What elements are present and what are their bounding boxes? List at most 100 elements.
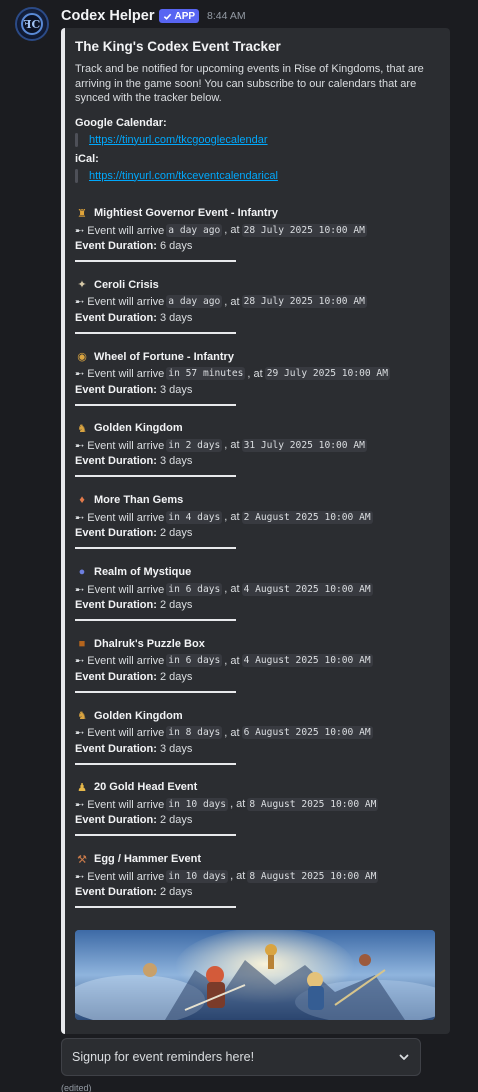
event-arrival-row: ➸ Event will arrive a day ago, at 28 July … [75, 295, 440, 309]
duration-value: 2 days [159, 599, 193, 611]
ceroli-icon: ✦ [77, 279, 87, 292]
hammer-icon: ⚒ [77, 853, 87, 866]
duration-value: 3 days [159, 311, 193, 324]
event-entry: ♜ Mightiest Governor Event - Infantry ➸ Ev… [75, 206, 440, 262]
event-separator [75, 690, 236, 693]
relative-time[interactable]: in 4 days [166, 510, 223, 524]
event-reminder-select[interactable]: Signup for event reminders here! [61, 1038, 421, 1076]
arrival-separator: , at [224, 726, 240, 739]
event-date[interactable]: 31 July 2025 10:00 AM [241, 438, 367, 452]
event-title-row: ⚒ Egg / Hammer Event [75, 852, 440, 866]
duration-label: Event Duration: [75, 383, 157, 396]
event-entry: ● Realm of Mystique ➸ Event will arrive in … [75, 565, 440, 621]
event-date[interactable]: 6 August 2025 10:00 AM [241, 726, 373, 740]
event-title: Dhalruk's Puzzle Box [94, 637, 205, 650]
arrival-separator: , at [224, 583, 240, 595]
google-calendar-quote: https://tinyurl.com/tkcgooglecalendar [75, 132, 440, 147]
event-date[interactable]: 2 August 2025 10:00 AM [241, 510, 373, 524]
duration-label: Event Duration: [75, 670, 157, 683]
arrival-separator: , at [230, 870, 246, 883]
arrival-prefix: ➸ Event will arrive [75, 870, 165, 883]
event-separator [75, 260, 236, 262]
event-arrival-row: ➸ Event will arrive a day ago, at 28 July … [75, 223, 440, 237]
event-arrival-row: ➸ Event will arrive in 2 days, at 31 July … [75, 438, 440, 452]
event-duration-row: Event Duration: 2 days [75, 599, 440, 611]
event-arrival-row: ➸ Event will arrive in 6 days, at 4 August… [75, 582, 440, 596]
relative-time[interactable]: a day ago [166, 223, 223, 237]
event-separator [75, 762, 236, 765]
arrival-prefix: ➸ Event will arrive [75, 224, 165, 237]
event-title-row: ◉ Wheel of Fortune - Infantry [75, 350, 440, 364]
event-duration-row: Event Duration: 2 days [75, 527, 440, 539]
duration-value: 2 days [159, 814, 193, 827]
event-banner-image[interactable] [75, 930, 435, 1020]
event-separator [75, 547, 236, 550]
relative-time[interactable]: in 10 days [166, 797, 229, 811]
relative-time[interactable]: in 8 days [166, 726, 223, 740]
event-arrival-row: ➸ Event will arrive in 6 days, at 4 August… [75, 654, 440, 668]
select-placeholder: Signup for event reminders here! [72, 1050, 255, 1064]
duration-label: Event Duration: [75, 527, 157, 540]
relative-time[interactable]: in 6 days [166, 582, 223, 596]
event-title-row: ♞ Golden Kingdom [75, 421, 440, 435]
mystique-icon: ● [78, 566, 86, 578]
embed-title: The King's Codex Event Tracker [75, 39, 281, 54]
event-separator [75, 403, 236, 406]
event-date[interactable]: 28 July 2025 10:00 AM [241, 223, 367, 237]
message-timestamp[interactable]: 8:44 AM [207, 10, 246, 22]
event-title: Mightiest Governor Event - Infantry [94, 207, 278, 219]
event-duration-row: Event Duration: 3 days [75, 743, 440, 755]
arrival-prefix: ➸ Event will arrive [75, 296, 165, 309]
event-separator [75, 906, 236, 909]
duration-label: Event Duration: [75, 886, 157, 899]
ical-quote: https://tinyurl.com/tkceventcalendarical [75, 168, 440, 183]
relative-time[interactable]: in 57 minutes [166, 367, 246, 381]
arrival-prefix: ➸ Event will arrive [75, 368, 165, 381]
event-arrival-row: ➸ Event will arrive in 10 days, at 8 Augus… [75, 869, 440, 883]
event-arrival-row: ➸ Event will arrive in 4 days, at 2 August… [75, 510, 440, 524]
relative-time[interactable]: in 6 days [166, 654, 223, 668]
codex-logo-icon: ꟻC [21, 13, 43, 35]
relative-time[interactable]: in 10 days [166, 869, 229, 883]
arrival-prefix: ➸ Event will arrive [75, 511, 165, 524]
event-title: Golden Kingdom [94, 709, 183, 722]
author-name[interactable]: Codex Helper [61, 8, 154, 24]
duration-value: 3 days [159, 383, 193, 396]
embed-description: Track and be notified for upcoming event… [75, 63, 424, 104]
event-entry: ♞ Golden Kingdom ➸ Event will arrive in 2 d… [75, 421, 440, 478]
event-arrival-row: ➸ Event will arrive in 10 days, at 8 Augus… [75, 797, 440, 811]
event-date[interactable]: 4 August 2025 10:00 AM [241, 654, 373, 668]
duration-label: Event Duration: [75, 240, 157, 252]
event-duration-row: Event Duration: 3 days [75, 312, 440, 324]
golden-kingdom-icon: ♞ [77, 422, 87, 435]
ical-link[interactable]: https://tinyurl.com/tkceventcalendarical [89, 169, 278, 183]
event-duration-row: Event Duration: 3 days [75, 384, 440, 396]
event-date[interactable]: 4 August 2025 10:00 AM [241, 582, 373, 596]
arrival-prefix: ➸ Event will arrive [75, 439, 165, 452]
relative-time[interactable]: a day ago [166, 295, 223, 309]
duration-label: Event Duration: [75, 599, 157, 611]
gems-icon: ♦ [79, 494, 85, 507]
relative-time[interactable]: in 2 days [166, 438, 223, 452]
event-separator [75, 834, 236, 837]
event-date[interactable]: 29 July 2025 10:00 AM [264, 367, 390, 381]
event-title-row: ■ Dhalruk's Puzzle Box [75, 637, 440, 651]
app-badge: APP [159, 9, 200, 23]
gold-head-icon: ♟ [77, 781, 87, 794]
duration-label: Event Duration: [75, 814, 157, 827]
battle-scene-art [75, 930, 435, 1020]
google-calendar-link[interactable]: https://tinyurl.com/tkcgooglecalendar [89, 133, 268, 147]
bot-avatar[interactable]: ꟻC [15, 7, 49, 41]
event-date[interactable]: 28 July 2025 10:00 AM [241, 295, 367, 309]
duration-label: Event Duration: [75, 311, 157, 324]
arrival-prefix: ➸ Event will arrive [75, 655, 165, 668]
event-title: 20 Gold Head Event [94, 781, 198, 794]
event-date[interactable]: 8 August 2025 10:00 AM [247, 797, 379, 811]
edited-marker: (edited) [61, 1083, 92, 1092]
event-entry: ♞ Golden Kingdom ➸ Event will arrive in 8 d… [75, 709, 440, 765]
event-separator [75, 331, 236, 334]
event-title-row: ♜ Mightiest Governor Event - Infantry [75, 206, 440, 220]
app-badge-label: APP [174, 10, 196, 22]
event-date[interactable]: 8 August 2025 10:00 AM [247, 869, 379, 883]
arrival-prefix: ➸ Event will arrive [75, 583, 165, 596]
